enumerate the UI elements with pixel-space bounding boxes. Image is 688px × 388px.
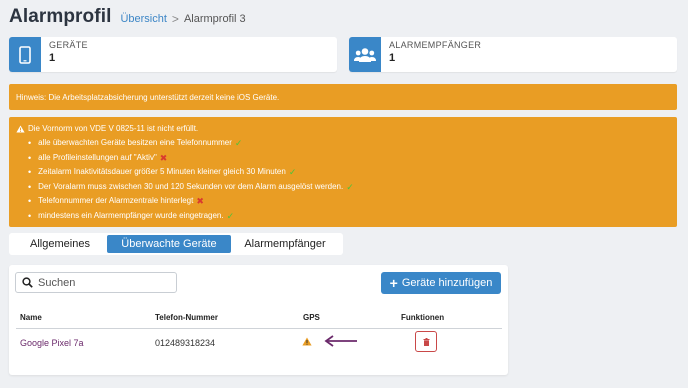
stat-value: 1 (49, 52, 56, 64)
page-title: Alarmprofil (9, 6, 112, 27)
cross-icon: ✖ (196, 196, 204, 207)
plus-icon: + (389, 275, 398, 291)
breadcrumb-separator: > (171, 12, 179, 26)
column-header-gps[interactable]: GPS (303, 313, 320, 322)
stat-label: ALARMEMPFÄNGER (389, 40, 482, 50)
cross-icon: ✖ (159, 152, 168, 163)
smartphone-icon (9, 37, 41, 72)
column-header-functions: Funktionen (401, 313, 445, 322)
breadcrumb-current: Alarmprofil 3 (183, 13, 246, 25)
stat-card-recipients: ALARMEMPFÄNGER 1 (349, 37, 677, 72)
search-icon (22, 277, 33, 288)
requirement-item: alle Profileinstellungen auf "Aktiv"✖ (28, 151, 670, 166)
breadcrumb: Übersicht > Alarmprofil 3 (120, 12, 245, 26)
check-icon: ✓ (288, 167, 297, 178)
page-header: Alarmprofil Übersicht > Alarmprofil 3 (9, 6, 246, 30)
trash-icon (423, 337, 429, 346)
requirements-list: alle überwachten Geräte besitzen eine Te… (16, 136, 670, 224)
arrow-left-icon (324, 335, 357, 347)
column-header-name[interactable]: Name (20, 313, 42, 322)
requirement-item: Zeitalarm Inaktivitätsdauer größer 5 Min… (28, 165, 670, 180)
add-devices-label: Geräte hinzufügen (401, 277, 493, 289)
profile-tabs: Allgemeines Überwachte Geräte Alarmempfä… (9, 233, 343, 255)
requirement-item: Der Voralarm muss zwischen 30 und 120 Se… (28, 180, 670, 195)
tab-general[interactable]: Allgemeines (13, 235, 107, 253)
devices-panel: + Geräte hinzufügen Name Telefon-Nummer … (9, 265, 508, 375)
search-input[interactable] (38, 276, 168, 289)
warning-icon (302, 337, 312, 346)
notice-text: Hinweis: Die Arbeitsplatzabsicherung unt… (16, 93, 280, 102)
users-icon (349, 37, 381, 72)
tab-monitored-devices[interactable]: Überwachte Geräte (107, 235, 231, 253)
device-name-link[interactable]: Google Pixel 7a (20, 338, 84, 348)
table-header-divider (16, 328, 502, 329)
vde-requirements-alert: Die Vornorm von VDE V 0825-11 ist nicht … (9, 117, 677, 227)
add-devices-button[interactable]: + Geräte hinzufügen (381, 272, 501, 294)
search-box[interactable] (15, 272, 177, 293)
check-icon: ✓ (226, 210, 235, 221)
warning-icon (16, 124, 25, 133)
tab-alarm-recipients[interactable]: Alarmempfänger (231, 235, 339, 253)
check-icon: ✓ (234, 138, 243, 148)
stat-label: GERÄTE (49, 40, 88, 50)
device-phone: 012489318234 (155, 338, 216, 348)
check-icon: ✓ (346, 181, 354, 192)
column-header-phone[interactable]: Telefon-Nummer (155, 313, 218, 322)
requirement-item: mindestens ein Alarmempfänger wurde eing… (28, 209, 670, 224)
delete-device-button[interactable] (415, 331, 437, 352)
requirement-item: alle überwachten Geräte besitzen eine Te… (28, 136, 670, 151)
stat-card-devices: GERÄTE 1 (9, 37, 337, 72)
breadcrumb-link-overview[interactable]: Übersicht (120, 13, 166, 25)
stat-value: 1 (389, 52, 396, 64)
ios-notice-alert: Hinweis: Die Arbeitsplatzabsicherung unt… (9, 84, 677, 110)
requirement-item: Telefonnummer der Alarmzentrale hinterle… (28, 194, 670, 209)
requirements-heading: Die Vornorm von VDE V 0825-11 ist nicht … (28, 124, 199, 133)
